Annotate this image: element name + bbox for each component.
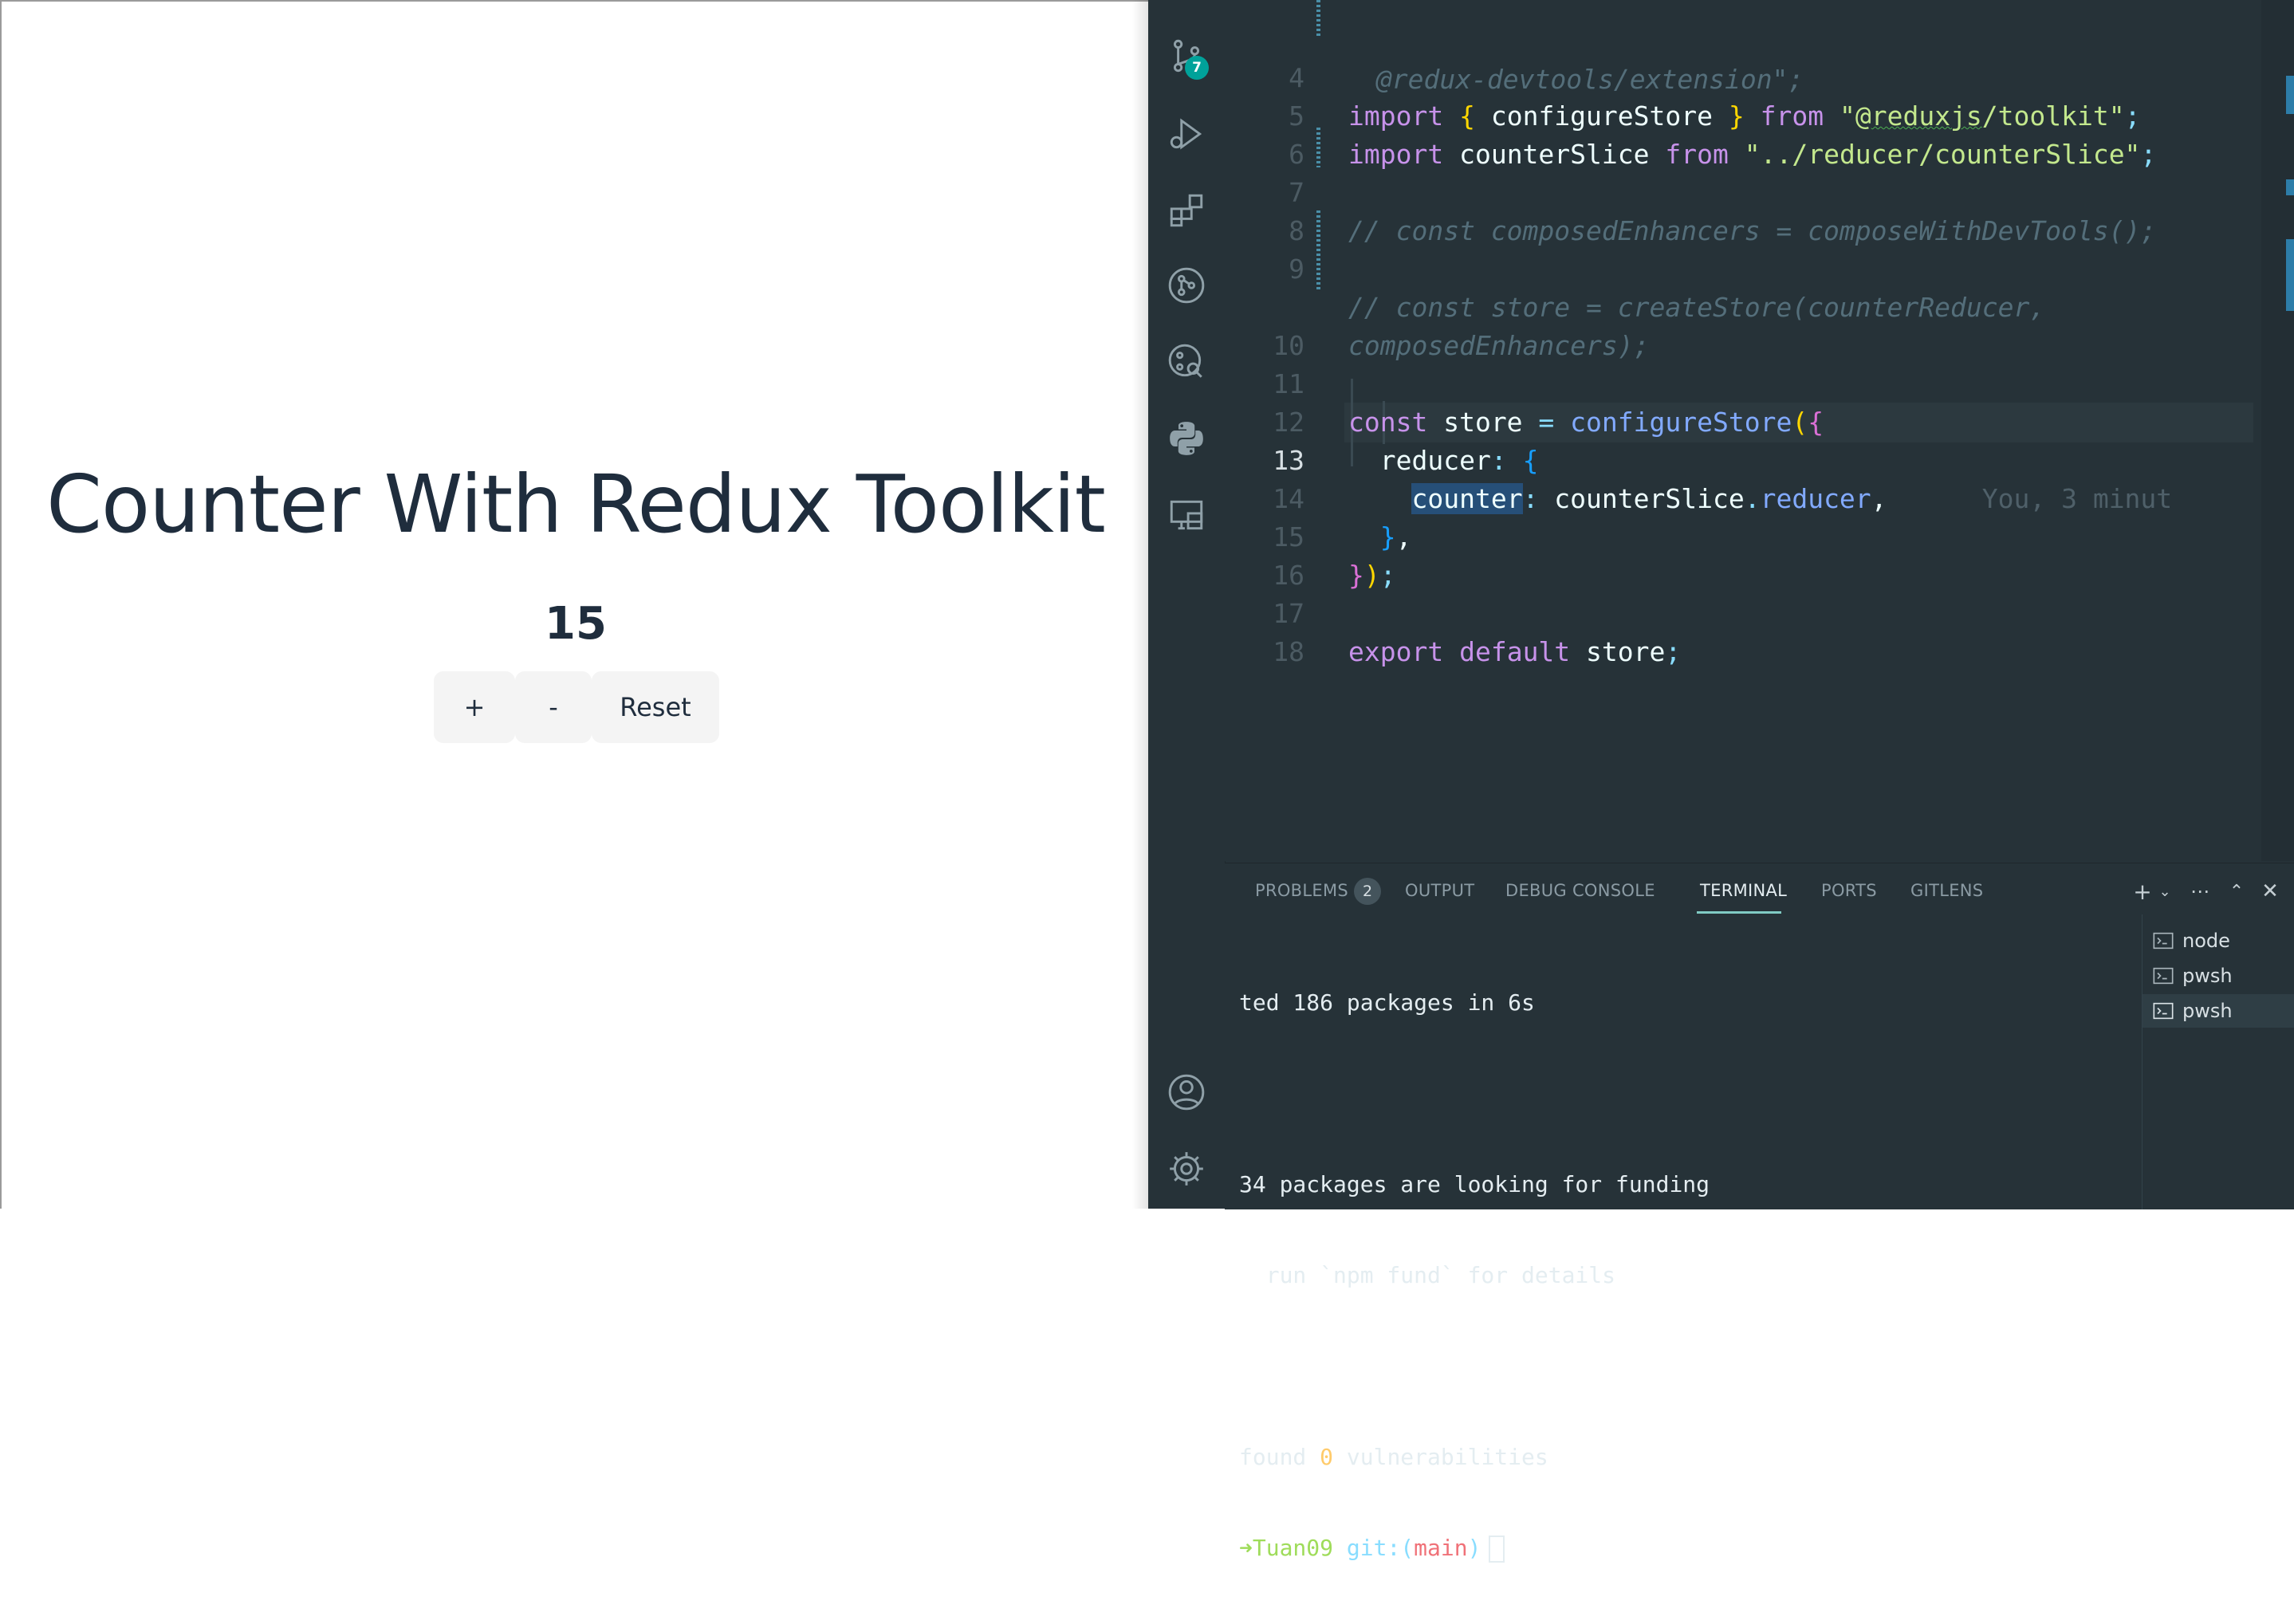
code-editor[interactable]: @redux-devtools/extension"; 4 import { c…	[1225, 0, 2294, 861]
gitlens-icon[interactable]	[1164, 340, 1209, 384]
minimap-marker	[2286, 76, 2294, 114]
page-title: Counter With Redux Toolkit	[46, 458, 1106, 551]
counter-controls: + - Reset	[434, 671, 719, 743]
code-line: 17 export default store;	[1225, 556, 2261, 667]
code-line: 5 import counterSlice from "../reducer/c…	[1225, 59, 2261, 170]
terminal-item-pwsh-active[interactable]: pwsh	[2143, 994, 2294, 1028]
terminal-icon	[2153, 932, 2174, 950]
vscode-window: 7 @redux-devtools/extension"; 4 import {…	[1148, 0, 2294, 1563]
python-icon[interactable]	[1164, 416, 1209, 461]
terminal-icon	[2153, 967, 2174, 985]
code-text: export default store;	[1348, 636, 1682, 667]
increment-button[interactable]: +	[434, 671, 515, 743]
code-line: 9 // const store = createStore(counterRe…	[1225, 212, 2261, 323]
problems-count-badge: 2	[1354, 878, 1381, 905]
terminal-prompt: ➜Tuan09 git:(main)	[1239, 1533, 2100, 1563]
terminal-line: run `npm fund` for details	[1239, 1262, 1616, 1288]
tab-gitlens[interactable]: GITLENS	[1910, 881, 1983, 900]
terminal-cursor	[1489, 1536, 1505, 1563]
code-line: 14 },	[1225, 442, 2261, 552]
line-number: 18	[1273, 636, 1304, 667]
code-line: 8	[1225, 174, 2261, 246]
terminal-item-label: node	[2182, 930, 2230, 952]
settings-gear-icon[interactable]	[1164, 1146, 1209, 1191]
code-line: 15 });	[1225, 480, 2261, 591]
terminal-item-label: pwsh	[2182, 1000, 2233, 1022]
terminal-line: found 0 vulnerabilities	[1239, 1444, 1548, 1470]
minimap[interactable]	[2261, 0, 2294, 861]
active-tab-indicator	[1697, 911, 1781, 914]
more-actions-icon[interactable]: ⋯	[2186, 876, 2213, 906]
remote-explorer-icon[interactable]	[1164, 493, 1209, 537]
code-line-wrap: composedEnhancers);	[1225, 250, 2261, 361]
code-line: 6	[1225, 97, 2261, 170]
tab-debug-console[interactable]: DEBUG CONSOLE	[1505, 881, 1655, 900]
terminal-item-label: pwsh	[2182, 965, 2233, 987]
counter-value: 15	[545, 598, 607, 650]
tab-terminal[interactable]: TERMINAL	[1700, 881, 1787, 900]
terminal-line: 34 packages are looking for funding	[1239, 1171, 1710, 1197]
minimap-marker	[2286, 179, 2294, 195]
tab-ports[interactable]: PORTS	[1821, 881, 1877, 900]
extensions-icon[interactable]	[1164, 188, 1209, 233]
source-control-badge: 7	[1185, 56, 1209, 80]
close-panel-icon[interactable]: ✕	[2257, 876, 2284, 906]
code-line: @redux-devtools/extension";	[1225, 0, 2261, 95]
window-shadow	[1132, 0, 1150, 1209]
code-line: 4 import { configureStore } from "@redux…	[1225, 21, 2261, 132]
terminal-icon	[2153, 1002, 2174, 1020]
tab-output[interactable]: OUTPUT	[1405, 881, 1474, 900]
terminal-list: node pwsh pwsh	[2142, 914, 2294, 1209]
code-line: 11 const store = configureStore({	[1225, 327, 2261, 438]
minimap-marker	[2286, 239, 2294, 311]
code-line-active: 13 counter: counterSlice.reducer, You, 3…	[1225, 403, 2261, 514]
prompt-arrow: ➜	[1239, 1535, 1253, 1561]
run-debug-icon[interactable]	[1164, 112, 1209, 156]
maximize-panel-icon[interactable]: ⌃	[2223, 876, 2250, 906]
bottom-panel: PROBLEMS 2 OUTPUT DEBUG CONSOLE TERMINAL…	[1225, 863, 2294, 1563]
prompt-git: git:(	[1346, 1535, 1415, 1561]
terminal-output[interactable]: ted 186 packages in 6s 34 packages are l…	[1239, 927, 2100, 1563]
prompt-branch: main	[1414, 1535, 1468, 1561]
decrement-button[interactable]: -	[515, 671, 592, 743]
chevron-down-icon[interactable]: ⌄	[2151, 876, 2178, 906]
code-line: 10	[1225, 289, 2261, 361]
panel-tabs: PROBLEMS 2 OUTPUT DEBUG CONSOLE TERMINAL…	[1225, 863, 2294, 921]
counter-app: Counter With Redux Toolkit 15 + - Reset	[0, 0, 1148, 1209]
terminal-item-node[interactable]: node	[2143, 924, 2294, 957]
prompt-user: Tuan09	[1252, 1535, 1334, 1561]
prompt-close: )	[1467, 1535, 1481, 1561]
account-icon[interactable]	[1164, 1070, 1209, 1115]
activity-bar: 7	[1148, 0, 1226, 1209]
code-line: 12 reducer: {	[1225, 365, 2261, 476]
code-line: 18	[1225, 595, 2261, 667]
tab-problems[interactable]: PROBLEMS	[1255, 881, 1348, 900]
reset-button[interactable]: Reset	[592, 671, 719, 743]
terminal-item-pwsh[interactable]: pwsh	[2143, 959, 2294, 993]
terminal-line: ted 186 packages in 6s	[1239, 989, 1535, 1016]
code-line: 7 // const composedEnhancers = composeWi…	[1225, 136, 2261, 246]
git-graph-icon[interactable]	[1164, 263, 1209, 308]
code-line: 16	[1225, 518, 2261, 591]
